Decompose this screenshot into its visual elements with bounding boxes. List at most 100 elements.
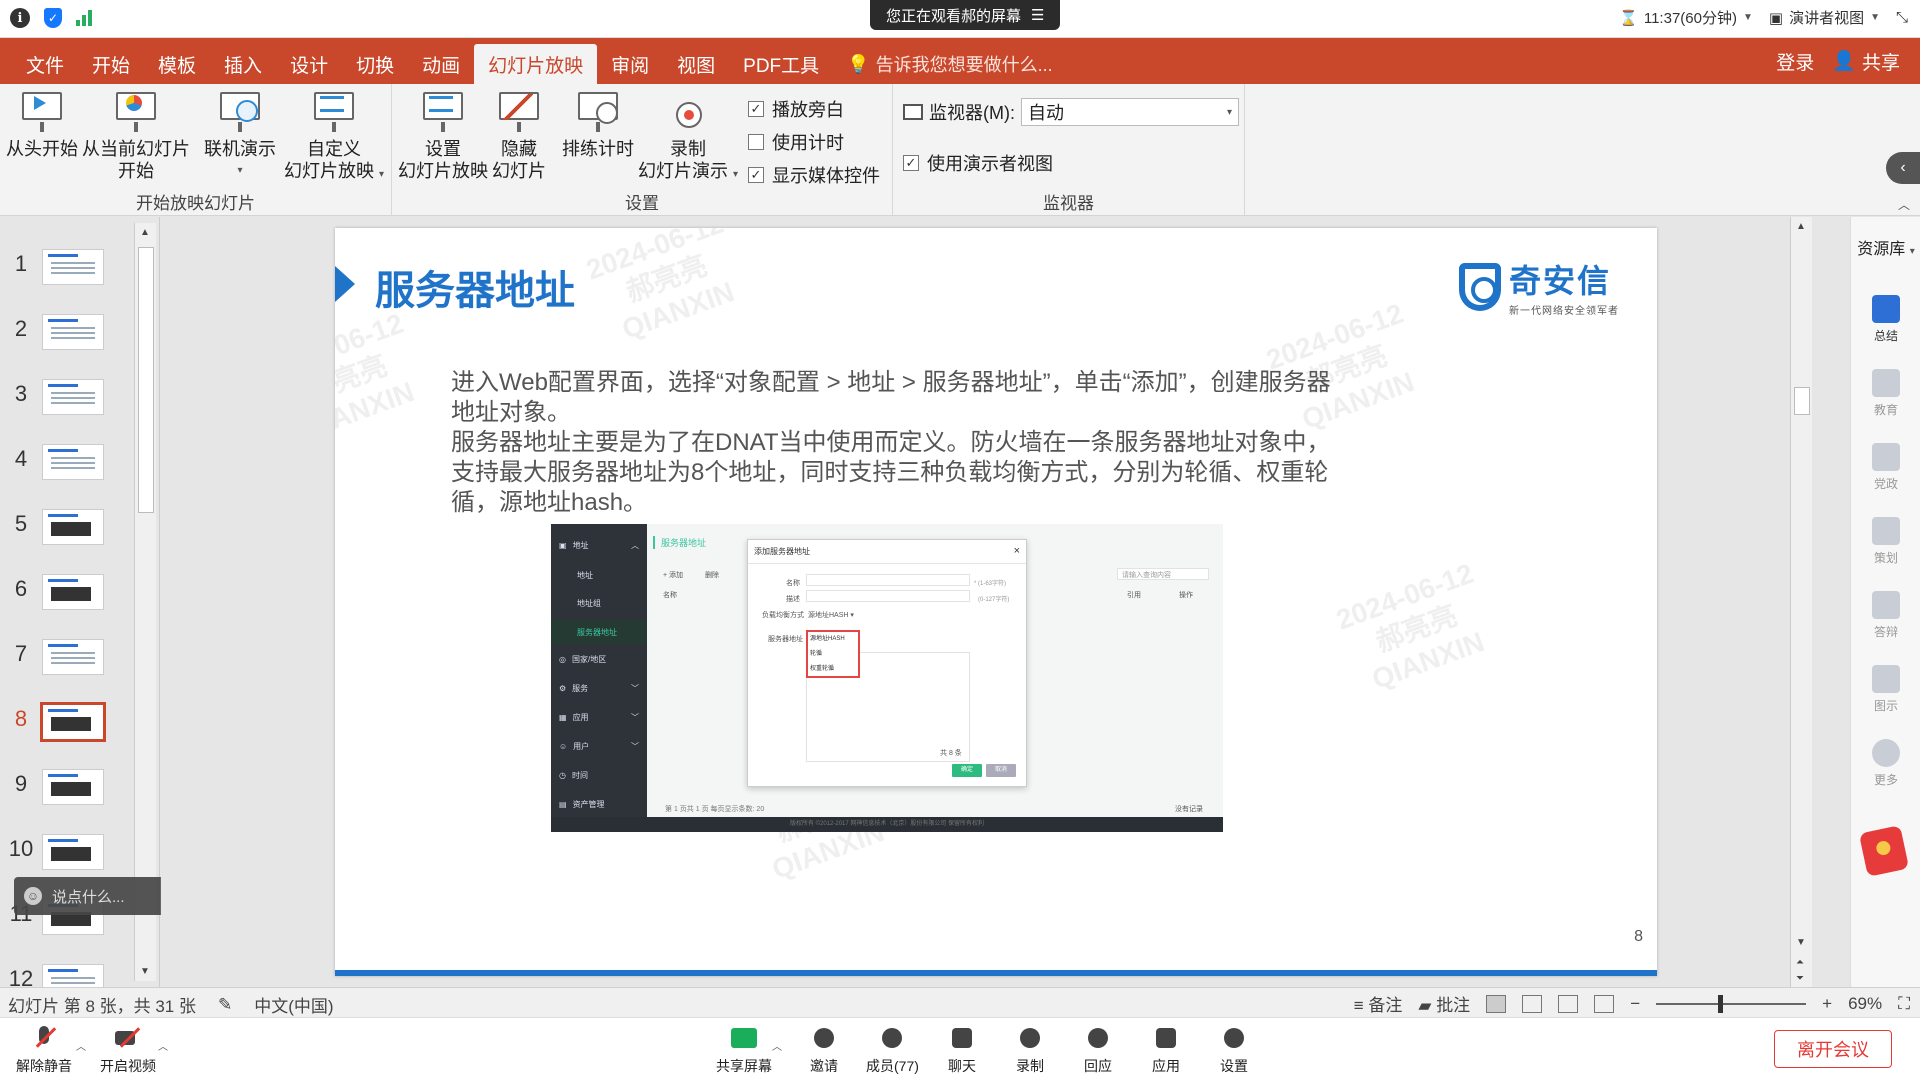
checkbox-checked[interactable]: ✓ (748, 101, 764, 117)
presenter-view-toggle[interactable]: ▣ 演讲者视图 ▼ (1769, 7, 1880, 28)
tab-review[interactable]: 审阅 (597, 44, 663, 84)
thumbnail-slide-active[interactable]: 8 (0, 698, 130, 750)
unmute-button[interactable]: 解除静音 (16, 1026, 72, 1076)
chevron-up-icon[interactable]: ︿ (772, 1038, 782, 1053)
resource-diagram[interactable]: 图示 (1851, 665, 1920, 714)
thumbnail-slide[interactable]: 9 (0, 763, 130, 815)
record-button[interactable]: 录制 (1016, 1026, 1044, 1076)
tab-animation[interactable]: 动画 (408, 44, 474, 84)
comments-button[interactable]: ▰ 批注 (1418, 991, 1470, 1016)
resource-planning[interactable]: 策划 (1851, 517, 1920, 566)
thumbnail-slide[interactable]: 3 (0, 373, 130, 425)
slideshow-view-icon[interactable] (1594, 994, 1615, 1013)
scroll-up-icon[interactable]: ▲ (1796, 221, 1806, 232)
zoom-level[interactable]: 69% (1848, 994, 1882, 1014)
next-slide-icon[interactable]: ⏷ (1796, 973, 1804, 984)
apps-button[interactable]: 应用 (1152, 1026, 1180, 1076)
resource-more[interactable]: 更多 (1851, 739, 1920, 788)
share-button[interactable]: 👤 共享 (1832, 48, 1900, 75)
menu-icon[interactable]: ☰ (1031, 6, 1044, 24)
login-button[interactable]: 登录 (1776, 48, 1814, 75)
emoji-icon[interactable]: ☺ (24, 887, 42, 905)
use-timing-checkbox[interactable]: 使用计时 (748, 129, 844, 155)
resource-education[interactable]: 教育 (1851, 369, 1920, 418)
react-button[interactable]: 回应 (1084, 1026, 1112, 1076)
chevron-up-icon[interactable]: ︿ (76, 1038, 86, 1053)
fit-window-icon[interactable]: ⛶ (1898, 994, 1910, 1014)
notes-button[interactable]: ≡ 备注 (1354, 991, 1403, 1016)
members-button[interactable]: 成员(77) (866, 1026, 919, 1076)
leave-meeting-button[interactable]: 离开会议 (1774, 1030, 1892, 1068)
presenter-view-checkbox[interactable]: ✓ 使用演示者视图 (903, 150, 1053, 176)
checkbox-checked[interactable]: ✓ (748, 167, 764, 183)
setup-slideshow-button[interactable]: 设置 幻灯片放映 (398, 88, 488, 182)
info-icon[interactable]: i (10, 8, 30, 28)
settings-button[interactable]: 设置 (1220, 1026, 1248, 1076)
security-shield-icon[interactable]: ✓ (44, 8, 62, 28)
thumbnail-slide[interactable]: 4 (0, 438, 130, 490)
slide-scrollbar[interactable]: ▲ ▼ ⏶ ⏷ (1790, 217, 1812, 987)
tab-template[interactable]: 模板 (144, 44, 210, 84)
red-packet-icon[interactable] (1858, 825, 1910, 877)
thumbnail-slide[interactable]: 10 (0, 828, 130, 880)
tab-slideshow[interactable]: 幻灯片放映 (474, 44, 598, 84)
reading-view-icon[interactable] (1558, 994, 1579, 1013)
tab-home[interactable]: 开始 (78, 44, 144, 84)
normal-view-icon[interactable] (1486, 994, 1507, 1013)
resource-summary[interactable]: 总结 (1851, 295, 1920, 344)
from-beginning-button[interactable]: 从头开始 (6, 88, 78, 160)
zoom-slider[interactable] (1656, 994, 1807, 1013)
scroll-down-icon[interactable]: ▼ (140, 966, 150, 977)
invite-button[interactable]: 邀请 (810, 1026, 838, 1076)
zoom-out-icon[interactable]: − (1630, 994, 1640, 1014)
tab-insert[interactable]: 插入 (210, 44, 276, 84)
chat-button[interactable]: 聊天 (948, 1026, 976, 1076)
scroll-thumb[interactable] (138, 247, 154, 513)
slide[interactable]: 2024-06-12 郝亮亮 QIANXIN 2024-06-12 郝亮亮 QIANXI… (335, 228, 1657, 976)
custom-slideshow-button[interactable]: 自定义 幻灯片放映 ▾ (284, 88, 384, 186)
thumbnail-slide[interactable]: 6 (0, 568, 130, 620)
record-slideshow-button[interactable]: 录制 幻灯片演示 ▾ (638, 88, 738, 186)
thumbnail-slide[interactable]: 1 (0, 243, 130, 295)
online-present-button[interactable]: 联机演示 ▾ (204, 88, 276, 182)
network-signal-icon[interactable] (76, 8, 92, 26)
checkbox-unchecked[interactable] (748, 134, 764, 150)
edit-notes-icon[interactable]: ✎ (218, 995, 232, 1015)
chevron-up-icon[interactable]: ︿ (158, 1038, 168, 1053)
checkbox-checked[interactable]: ✓ (903, 155, 919, 171)
tell-me-box[interactable]: 💡 告诉我您想要做什么... (833, 44, 1066, 84)
tab-file[interactable]: 文件 (12, 44, 78, 84)
thumbnail-scrollbar[interactable]: ▲ ▼ (134, 223, 156, 981)
slide-sorter-icon[interactable] (1522, 994, 1543, 1013)
tab-view[interactable]: 视图 (663, 44, 729, 84)
from-current-button[interactable]: 从当前幻灯片 开始 (82, 88, 190, 182)
collapse-panel-button[interactable]: ‹ (1886, 152, 1920, 184)
scroll-up-icon[interactable]: ▲ (140, 227, 150, 238)
hide-slide-button[interactable]: 隐藏 幻灯片 (492, 88, 546, 182)
share-screen-button[interactable]: 共享屏幕 (716, 1026, 772, 1076)
tab-pdf-tools[interactable]: PDF工具 (729, 44, 833, 84)
tab-transition[interactable]: 切换 (342, 44, 408, 84)
thumbnail-slide[interactable]: 12 (0, 958, 130, 988)
language-indicator[interactable]: 中文(中国) (254, 992, 333, 1017)
thumbnail-slide[interactable]: 2 (0, 308, 130, 360)
zoom-knob[interactable] (1718, 994, 1724, 1013)
resource-defense[interactable]: 答辩 (1851, 591, 1920, 640)
timer[interactable]: ⌛ 11:37(60分钟) ▼ (1619, 7, 1753, 28)
thumbnail-slide[interactable]: 5 (0, 503, 130, 555)
thumbnail-slide[interactable]: 7 (0, 633, 130, 685)
zoom-in-icon[interactable]: + (1822, 994, 1832, 1014)
collapse-ribbon-icon[interactable]: ︿ (1898, 196, 1910, 213)
resource-party[interactable]: 党政 (1851, 443, 1920, 492)
monitor-select[interactable]: 自动 ▾ (1020, 98, 1239, 126)
scroll-down-icon[interactable]: ▼ (1796, 937, 1806, 948)
scroll-thumb[interactable] (1794, 387, 1810, 415)
rehearse-timing-button[interactable]: 排练计时 (562, 88, 634, 160)
show-media-controls-checkbox[interactable]: ✓ 显示媒体控件 (748, 162, 880, 188)
play-narration-checkbox[interactable]: ✓ 播放旁白 (748, 96, 844, 122)
resource-library-header[interactable]: 资源库 ▾ (1851, 235, 1920, 259)
watching-screen-banner[interactable]: 您正在观看郝的屏幕 ☰ (870, 0, 1061, 30)
start-video-button[interactable]: 开启视频 (100, 1026, 156, 1076)
prev-slide-icon[interactable]: ⏶ (1796, 957, 1804, 968)
fullscreen-exit-icon[interactable]: ⤡ (1896, 9, 1908, 26)
